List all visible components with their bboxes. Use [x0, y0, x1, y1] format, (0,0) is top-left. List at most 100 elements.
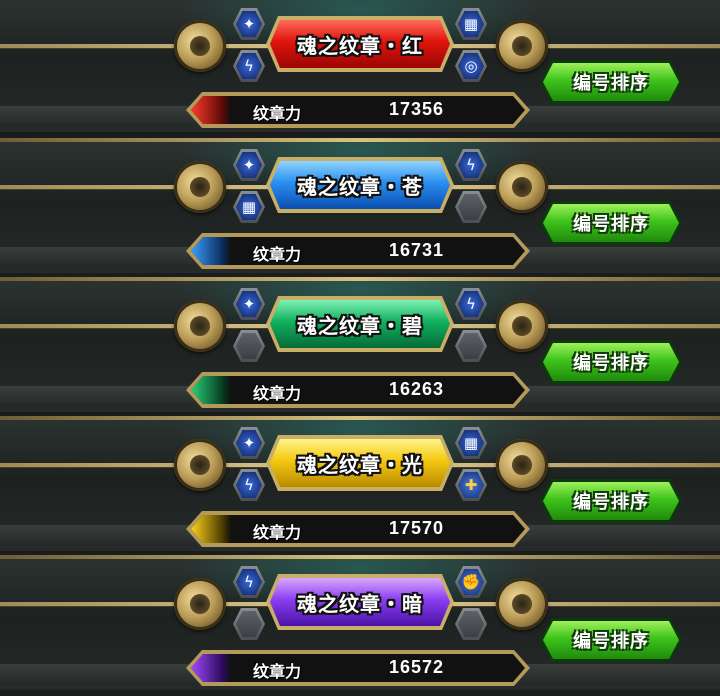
emblem-slot[interactable]: ✦: [233, 288, 265, 320]
gear-bracket-left: [174, 439, 226, 491]
emblem-title: 魂之纹章・苍: [297, 174, 423, 199]
emblem-slot[interactable]: ϟ: [455, 149, 487, 181]
dark-element-icon: ✦: [236, 291, 262, 317]
sort-button-label: 编号排序: [573, 353, 649, 374]
emblem-slot[interactable]: ◎: [455, 50, 487, 82]
emblem-panel-purple: ϟ ✊ 魂之纹章・暗 纹章力 16572 编号排序: [0, 558, 720, 690]
power-value: 16263: [389, 379, 445, 399]
sort-by-number-button[interactable]: 编号排序: [540, 340, 682, 384]
power-label: 纹章力: [253, 523, 302, 542]
panel-divider: [0, 555, 720, 559]
power-up-icon: ✚: [458, 472, 484, 498]
gear-bracket-left: [174, 20, 226, 72]
gear-bracket-right: [496, 161, 548, 213]
gear-bracket-right: [496, 300, 548, 352]
emblem-slot[interactable]: ✚: [455, 469, 487, 501]
emblem-slot[interactable]: ϟ: [455, 288, 487, 320]
power-label: 纹章力: [253, 384, 302, 403]
emblem-power-bar: 纹章力 17570: [186, 511, 530, 547]
emblem-title: 魂之纹章・暗: [297, 591, 423, 616]
empty-slot-icon: [236, 611, 262, 637]
emblem-title-plate[interactable]: 魂之纹章・碧: [266, 296, 454, 352]
shield-grid-icon: ▦: [236, 194, 262, 220]
sort-button-label: 编号排序: [573, 73, 649, 94]
emblem-title-plate[interactable]: 魂之纹章・暗: [266, 574, 454, 630]
emblem-slot[interactable]: ▦: [455, 8, 487, 40]
panel-divider: [0, 277, 720, 281]
lightning-icon: ϟ: [236, 472, 262, 498]
sort-by-number-button[interactable]: 编号排序: [540, 60, 682, 104]
emblem-slot[interactable]: ✦: [233, 8, 265, 40]
emblem-slot[interactable]: ϟ: [233, 50, 265, 82]
emblem-power-bar: 纹章力 16572: [186, 650, 530, 686]
emblem-panel-yellow: ✦ ϟ ▦ ✚ 魂之纹章・光 纹章力 17570 编号排序: [0, 419, 720, 551]
emblem-slot[interactable]: ✊: [455, 566, 487, 598]
empty-slot-icon: [458, 611, 484, 637]
dark-element-icon: ✦: [236, 430, 262, 456]
power-label: 纹章力: [253, 104, 302, 123]
shield-grid-icon: ▦: [458, 11, 484, 37]
empty-slot-icon: [458, 333, 484, 359]
emblem-slot[interactable]: ✦: [233, 427, 265, 459]
emblem-panel-blue: ✦ ▦ ϟ 魂之纹章・苍 纹章力 16731 编号排序: [0, 141, 720, 273]
emblem-title: 魂之纹章・光: [297, 452, 423, 477]
emblem-title-plate[interactable]: 魂之纹章・苍: [266, 157, 454, 213]
gear-bracket-left: [174, 300, 226, 352]
power-value: 16731: [389, 240, 445, 260]
emblem-slot[interactable]: ▦: [455, 427, 487, 459]
sort-button-label: 编号排序: [573, 631, 649, 652]
element-accent: [191, 96, 231, 124]
emblem-panel-green: ✦ ϟ 魂之纹章・碧 纹章力 16263 编号排序: [0, 280, 720, 412]
gauntlet-icon: ✊: [458, 569, 484, 595]
emblem-slot[interactable]: [233, 330, 265, 362]
element-accent: [191, 376, 231, 404]
emblem-slot[interactable]: [455, 191, 487, 223]
emblem-title: 魂之纹章・红: [297, 33, 423, 58]
power-label: 纹章力: [253, 245, 302, 264]
emblem-slot[interactable]: ϟ: [233, 566, 265, 598]
lightning-icon: ϟ: [236, 53, 262, 79]
lightning-icon: ϟ: [236, 569, 262, 595]
power-value: 16572: [389, 657, 445, 677]
lightning-icon: ϟ: [458, 291, 484, 317]
emblem-title-plate[interactable]: 魂之纹章・红: [266, 16, 454, 72]
empty-slot-icon: [236, 333, 262, 359]
emblem-title-plate[interactable]: 魂之纹章・光: [266, 435, 454, 491]
element-accent: [191, 237, 231, 265]
shield-grid-icon: ▦: [458, 430, 484, 456]
gear-bracket-right: [496, 578, 548, 630]
gear-bracket-left: [174, 161, 226, 213]
emblem-panel-red: ✦ ϟ ▦ ◎ 魂之纹章・红 纹章力 17356 编号排序: [0, 0, 720, 132]
panel-divider: [0, 138, 720, 142]
emblem-list: ✦ ϟ ▦ ◎ 魂之纹章・红 纹章力 17356 编号排序 ✦ ▦ ϟ 魂之纹章・…: [0, 0, 720, 696]
emblem-power-bar: 纹章力 17356: [186, 92, 530, 128]
dark-element-icon: ✦: [236, 11, 262, 37]
emblem-slot[interactable]: [455, 330, 487, 362]
swirl-icon: ◎: [458, 53, 484, 79]
lightning-icon: ϟ: [458, 152, 484, 178]
element-accent: [191, 515, 231, 543]
emblem-slot[interactable]: [233, 608, 265, 640]
emblem-slot[interactable]: ▦: [233, 191, 265, 223]
emblem-slot[interactable]: [455, 608, 487, 640]
empty-slot-icon: [458, 194, 484, 220]
panel-divider: [0, 416, 720, 420]
sort-by-number-button[interactable]: 编号排序: [540, 201, 682, 245]
power-value: 17570: [389, 518, 445, 538]
power-value: 17356: [389, 99, 445, 119]
element-accent: [191, 654, 231, 682]
gear-bracket-left: [174, 578, 226, 630]
emblem-title: 魂之纹章・碧: [297, 313, 423, 338]
emblem-power-bar: 纹章力 16731: [186, 233, 530, 269]
sort-button-label: 编号排序: [573, 214, 649, 235]
sort-by-number-button[interactable]: 编号排序: [540, 618, 682, 662]
sort-by-number-button[interactable]: 编号排序: [540, 479, 682, 523]
dark-element-icon: ✦: [236, 152, 262, 178]
emblem-slot[interactable]: ϟ: [233, 469, 265, 501]
power-label: 纹章力: [253, 662, 302, 681]
gear-bracket-right: [496, 439, 548, 491]
sort-button-label: 编号排序: [573, 492, 649, 513]
gear-bracket-right: [496, 20, 548, 72]
emblem-slot[interactable]: ✦: [233, 149, 265, 181]
emblem-power-bar: 纹章力 16263: [186, 372, 530, 408]
